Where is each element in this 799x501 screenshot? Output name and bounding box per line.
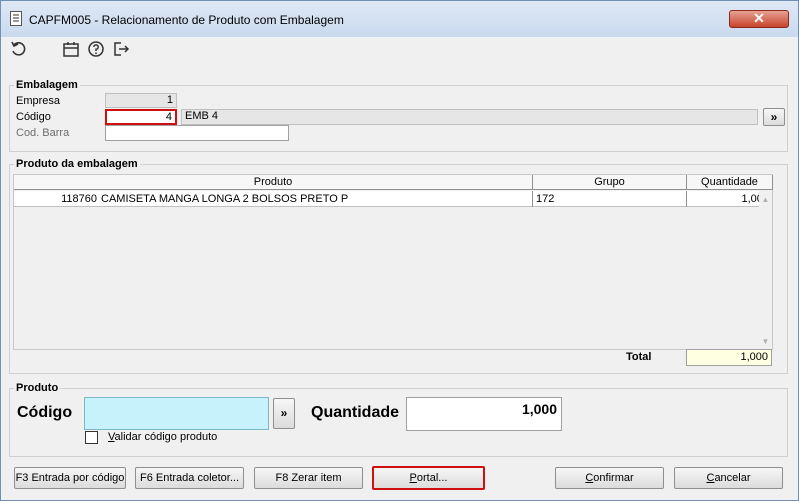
cancelar-label-rest: ancelar xyxy=(714,472,751,484)
embalagem-descricao-field: EMB 4 xyxy=(181,109,758,125)
column-header-grupo[interactable]: Grupo xyxy=(533,175,687,190)
portal-button[interactable]: Portal... xyxy=(372,466,485,490)
cod-barra-field[interactable] xyxy=(105,125,289,141)
produto-lookup-button[interactable]: » xyxy=(273,398,295,429)
column-header-quantidade[interactable]: Quantidade xyxy=(687,175,773,190)
close-icon: ✕ xyxy=(753,10,765,26)
total-label: Total xyxy=(626,351,652,363)
portal-accel: P xyxy=(409,472,417,484)
empresa-label: Empresa xyxy=(16,95,61,107)
total-field: 1,000 xyxy=(686,349,772,366)
table-row[interactable]: 118760 CAMISETA MANGA LONGA 2 BOLSOS PRE… xyxy=(14,191,772,207)
validar-label-rest: alidar código produto xyxy=(114,431,218,443)
scroll-down-icon[interactable]: ▼ xyxy=(759,337,772,346)
produto-embalagem-legend: Produto da embalagem xyxy=(16,158,138,170)
help-icon[interactable] xyxy=(86,39,106,59)
empresa-field[interactable]: 1 xyxy=(105,93,177,108)
produto-grid: Produto Grupo Quantidade 118760 CAMISETA… xyxy=(13,174,773,350)
row-grupo-cell: 172 xyxy=(533,191,687,207)
calendar-icon[interactable] xyxy=(61,39,81,59)
toolbar xyxy=(1,37,798,61)
codigo-embalagem-field[interactable]: 4 xyxy=(105,109,177,125)
produto-legend: Produto xyxy=(16,382,59,394)
cod-barra-label: Cod. Barra xyxy=(16,127,70,139)
embalagem-legend: Embalagem xyxy=(16,79,78,91)
f6-entrada-coletor-button[interactable]: F6 Entrada coletor... xyxy=(135,467,244,489)
title-bar: CAPFM005 - Relacionamento de Produto com… xyxy=(1,1,798,37)
validar-label[interactable]: Validar código produto xyxy=(108,431,217,443)
produto-codigo-label: Código xyxy=(17,404,73,421)
document-icon xyxy=(10,11,22,26)
codigo-embalagem-label: Código xyxy=(16,111,51,123)
f8-zerar-item-button[interactable]: F8 Zerar item xyxy=(254,467,363,489)
validar-checkbox[interactable] xyxy=(85,431,98,444)
quantidade-label: Quantidade xyxy=(311,404,400,421)
produto-codigo-field[interactable] xyxy=(84,397,269,430)
confirmar-button[interactable]: Confirmar xyxy=(555,467,664,489)
window-title: CAPFM005 - Relacionamento de Produto com… xyxy=(29,13,344,27)
cancelar-button[interactable]: Cancelar xyxy=(674,467,783,489)
close-button[interactable]: ✕ xyxy=(729,10,789,28)
row-produto-cell: CAMISETA MANGA LONGA 2 BOLSOS PRETO P xyxy=(98,191,533,207)
exit-icon[interactable] xyxy=(111,39,131,59)
refresh-icon[interactable] xyxy=(9,39,29,59)
grid-scrollbar[interactable]: ▲ ▼ xyxy=(759,191,772,350)
row-codigo-cell: 118760 xyxy=(61,193,97,205)
column-header-produto[interactable]: Produto xyxy=(14,175,533,190)
main-window: CAPFM005 - Relacionamento de Produto com… xyxy=(0,0,799,501)
scroll-up-icon[interactable]: ▲ xyxy=(759,195,772,204)
f3-entrada-codigo-button[interactable]: F3 Entrada por código xyxy=(14,467,126,489)
confirmar-label-rest: onfirmar xyxy=(593,472,634,484)
portal-label-rest: ortal... xyxy=(416,472,448,484)
quantidade-field[interactable]: 1,000 xyxy=(406,397,562,431)
embalagem-lookup-button[interactable]: » xyxy=(763,108,785,126)
